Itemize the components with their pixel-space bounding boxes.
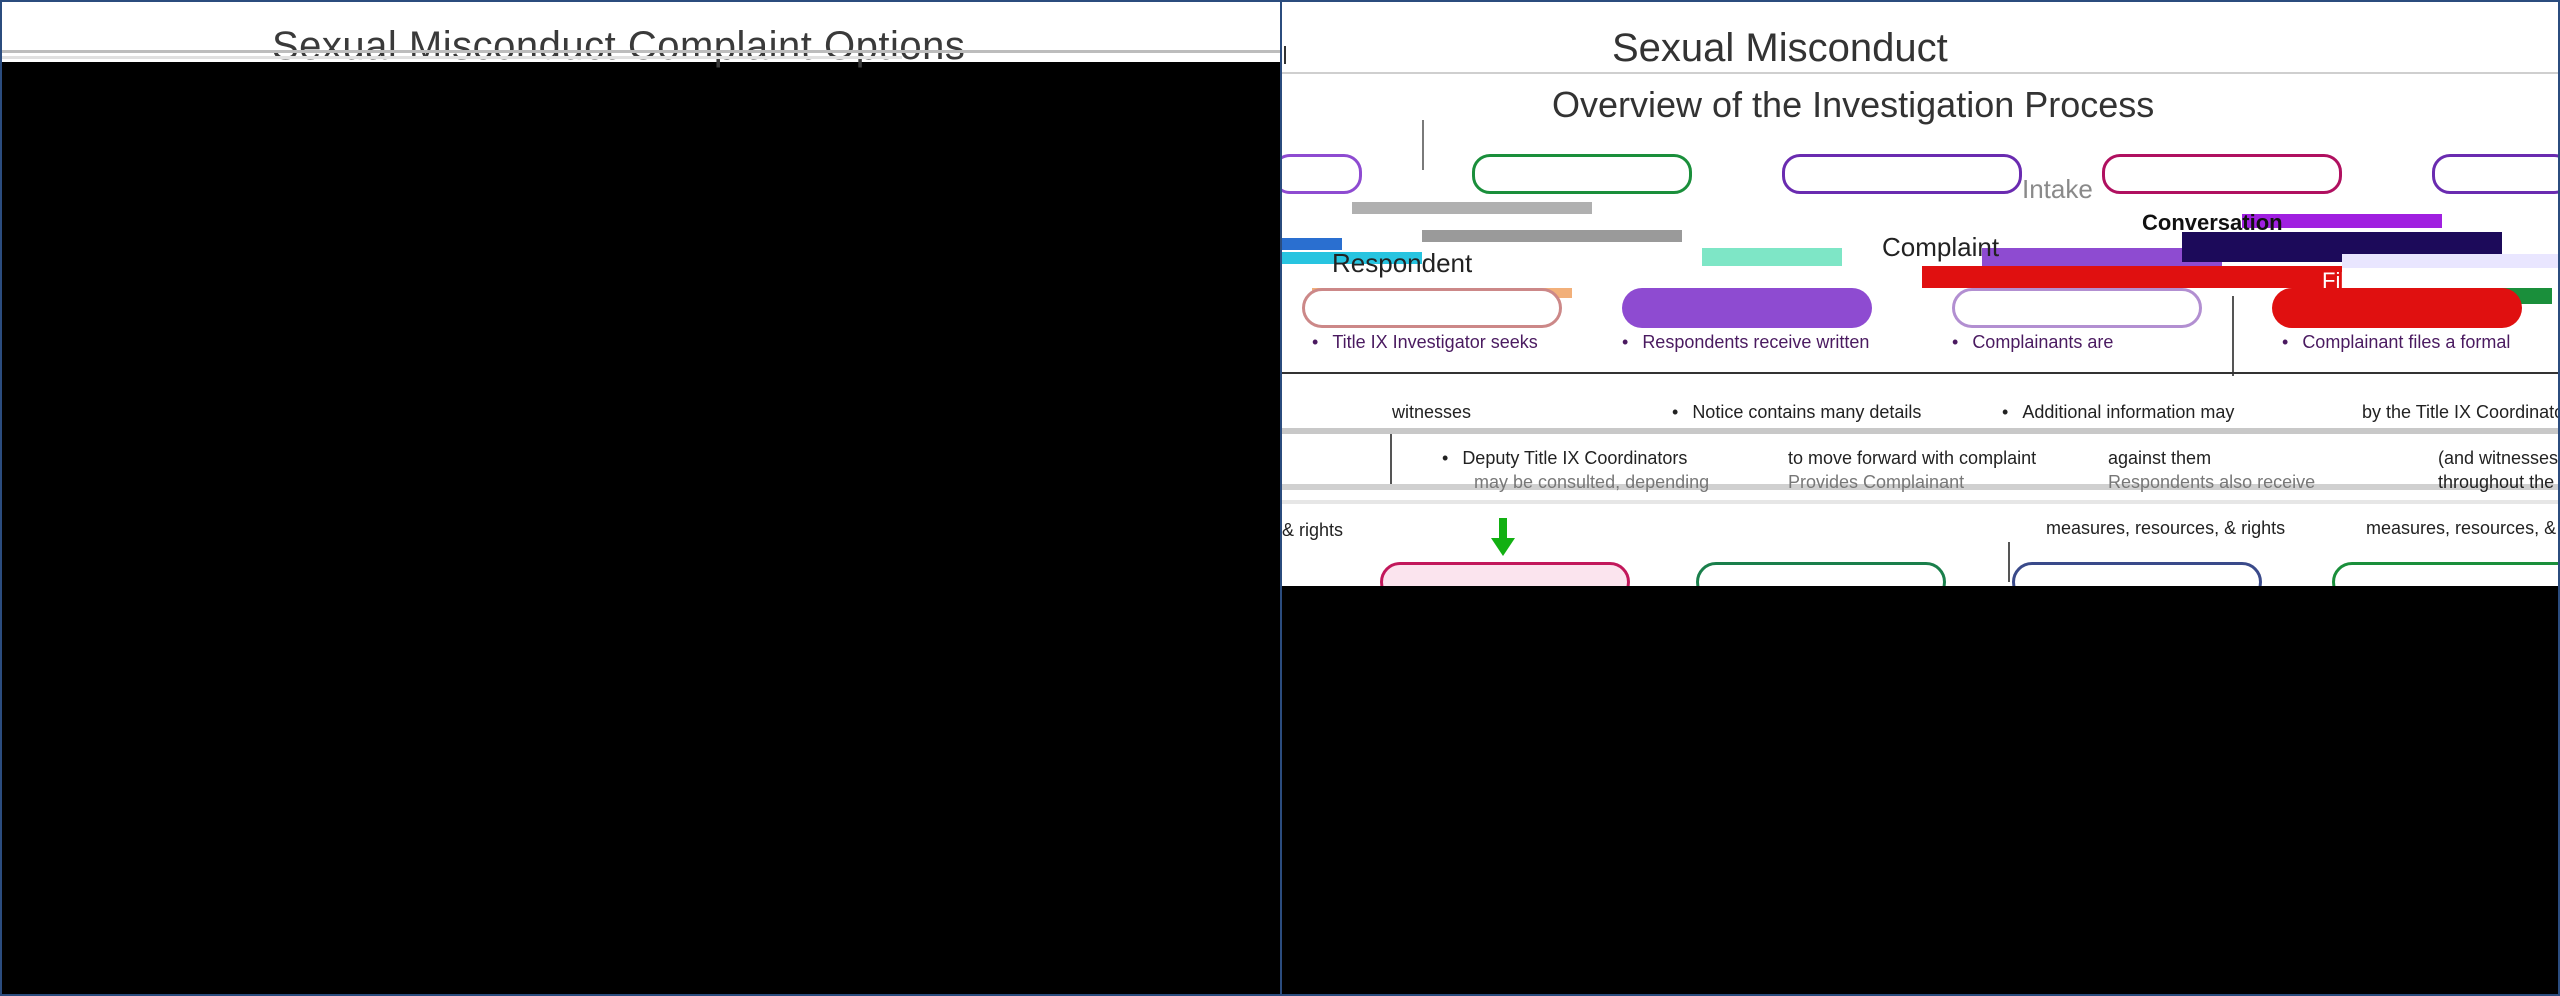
step-pill — [1952, 288, 2202, 328]
text-line: Provides Complainant — [1788, 472, 1965, 492]
text-line: to move forward with complaint — [1788, 448, 2037, 468]
right-slide-subtitle: Overview of the Investigation Process — [1552, 84, 2155, 125]
glitch-line — [2, 50, 1280, 53]
right-slide-title: Sexual Misconduct — [1612, 26, 1948, 70]
bullet: Complainants are — [1952, 332, 2113, 353]
step-label-complaint: Complaint — [1882, 232, 2000, 262]
band-divider — [1390, 434, 1392, 484]
bullet: Respondents receive written — [1622, 332, 1869, 353]
step-pill — [1302, 288, 1562, 328]
step-outline — [1782, 154, 2022, 194]
step-pill — [2272, 288, 2522, 328]
arrow-down-icon-stem — [1499, 518, 1507, 540]
column-divider — [2232, 296, 2234, 376]
glitch-bar — [1352, 202, 1592, 214]
divider-tick — [1422, 120, 1424, 170]
bullet: Notice contains many details — [1672, 402, 1921, 423]
bullet: Deputy Title IX Coordinators — [1442, 448, 1687, 469]
left-slide-panel: Sexual Misconduct Complaint Options — [2, 2, 1280, 994]
glitch-bar — [1922, 266, 2342, 288]
step-pill — [1622, 288, 1872, 328]
step-label-intake: Intake — [2022, 174, 2093, 204]
bullet-cont: witnesses — [1392, 402, 1472, 422]
band-rule — [1282, 500, 2558, 504]
right-slide-panel: Sexual Misconduct Overview of the Invest… — [1282, 2, 2558, 994]
step-label-respondent: Respondent — [1332, 248, 1473, 278]
divider-tick — [1283, 46, 1286, 64]
band-rule — [1282, 428, 2558, 434]
render-blackout — [1282, 586, 2558, 994]
glitch-line — [2, 56, 902, 59]
glitch-bar — [2342, 254, 2558, 268]
text-line: measures, resources, & — [2366, 518, 2557, 538]
text-line: & rights — [1282, 520, 1344, 540]
glitch-bar — [1422, 230, 1682, 242]
step-outline — [1472, 154, 1692, 194]
text-line: may be consulted, depending — [1474, 472, 1710, 492]
bullet-cont: by the Title IX Coordinator — [2362, 402, 2558, 422]
glitch-bar — [1702, 248, 1842, 266]
step-outline — [2432, 154, 2558, 194]
text-line: Respondents also receive — [2108, 472, 2316, 492]
text-line: against them — [2108, 448, 2212, 468]
text-line: throughout the — [2438, 472, 2555, 492]
bullet: Complainant files a formal — [2282, 332, 2510, 353]
step-outline — [1282, 154, 1362, 194]
band-divider — [2008, 542, 2010, 582]
title-rule — [1282, 72, 2558, 74]
arrow-down-icon — [1491, 538, 1515, 556]
text-line: (and witnesses — [2438, 448, 2558, 468]
step-label-conversation: Conversation — [2142, 210, 2283, 235]
step-outline — [2102, 154, 2342, 194]
bullet: Additional information may — [2002, 402, 2234, 423]
bullet: Title IX Investigator seeks — [1312, 332, 1537, 353]
left-slide-title: Sexual Misconduct Complaint Options — [272, 24, 966, 68]
band-rule — [1282, 372, 2558, 374]
text-line: measures, resources, & rights — [2046, 518, 2286, 538]
